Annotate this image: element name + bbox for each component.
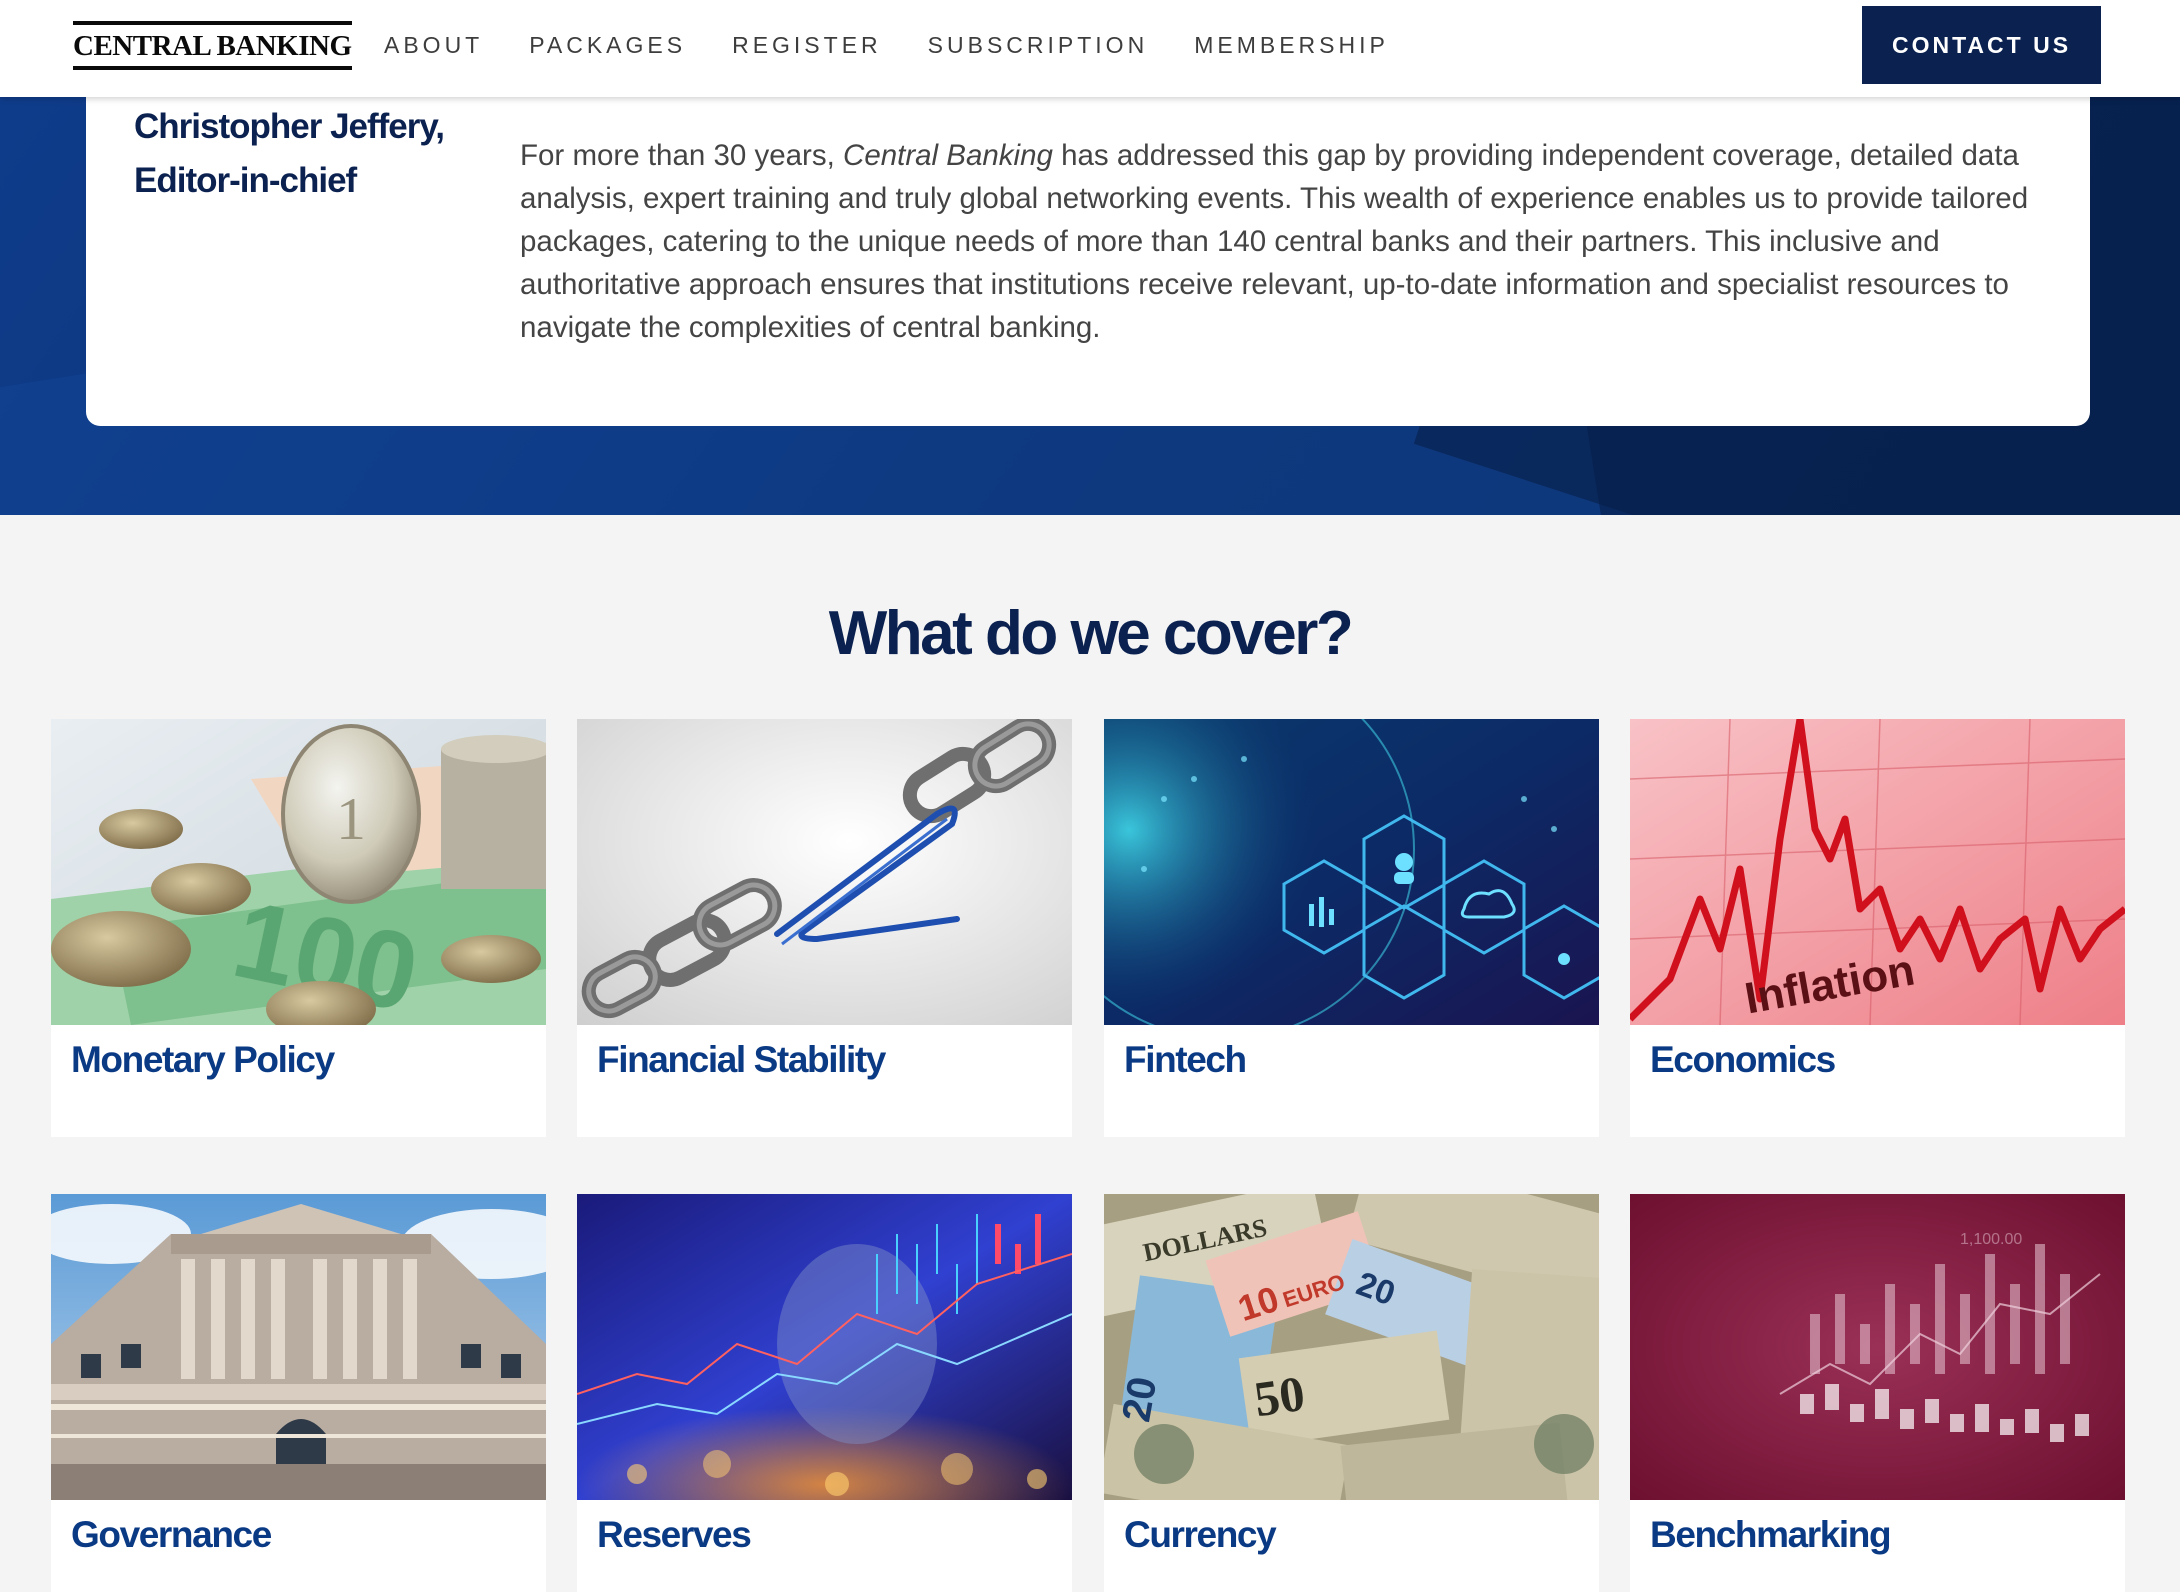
coins-and-banknotes-image: 100 1 — [51, 719, 546, 1025]
quote-prefix: For more than 30 years, — [520, 139, 844, 172]
topic-tile-reserves[interactable]: Reserves — [577, 1194, 1072, 1592]
author-title: Editor-in-chief — [134, 161, 357, 200]
nav-about[interactable]: ABOUT — [384, 32, 483, 59]
dollar-market-chart-image — [577, 1194, 1072, 1500]
editor-quote: For more than 30 years, Central Banking … — [520, 134, 2040, 349]
digital-network-globe-image — [1104, 719, 1599, 1025]
topic-label: Financial Stability — [597, 1039, 886, 1080]
author-name: Christopher Jeffery, — [134, 107, 445, 146]
chain-with-paperclip-image — [577, 719, 1072, 1025]
nav-subscription[interactable]: SUBSCRIPTION — [928, 32, 1149, 59]
topic-label: Reserves — [597, 1514, 752, 1555]
quote-publication: Central Banking — [843, 139, 1053, 172]
site-header: CENTRAL BANKING ABOUT PACKAGES REGISTER … — [0, 0, 2180, 97]
topic-label: Currency — [1124, 1514, 1277, 1555]
topic-tile-currency[interactable]: 10 EURO DOLLARS 20 20 50 Currency — [1104, 1194, 1599, 1592]
candlestick-chart-image: 1,100.00 — [1630, 1194, 2125, 1500]
topic-label: Governance — [71, 1514, 272, 1555]
svg-text:20: 20 — [1114, 1374, 1165, 1425]
cover-section-title: What do we cover? — [828, 599, 1354, 668]
dollar-and-euro-notes-image: 10 EURO DOLLARS 20 20 50 — [1104, 1194, 1599, 1500]
nav-register[interactable]: REGISTER — [732, 32, 882, 59]
topic-tile-benchmarking[interactable]: 1,100.00 Benchmarking — [1630, 1194, 2125, 1592]
nav-packages[interactable]: PACKAGES — [529, 32, 686, 59]
topic-label: Fintech — [1124, 1039, 1247, 1080]
topic-label: Economics — [1650, 1039, 1836, 1080]
svg-text:50: 50 — [1251, 1365, 1308, 1427]
topic-label: Monetary Policy — [71, 1039, 335, 1080]
svg-text:1,100.00: 1,100.00 — [1960, 1231, 2022, 1248]
nav-membership[interactable]: MEMBERSHIP — [1194, 32, 1389, 59]
svg-text:1: 1 — [336, 786, 366, 852]
topic-tile-governance[interactable]: Governance — [51, 1194, 546, 1592]
main-nav: ABOUT PACKAGES REGISTER SUBSCRIPTION MEM… — [384, 0, 1435, 90]
topic-tile-economics[interactable]: Inflation Economics — [1630, 719, 2125, 1137]
topic-tile-financial-stability[interactable]: Financial Stability — [577, 719, 1072, 1137]
topic-label: Benchmarking — [1650, 1514, 1892, 1555]
inflation-chart-image: Inflation — [1630, 719, 2125, 1025]
site-logo[interactable]: CENTRAL BANKING — [73, 21, 352, 70]
bank-building-image — [51, 1194, 546, 1500]
topic-tile-monetary-policy[interactable]: 100 1 Monetary Policy — [51, 719, 546, 1137]
contact-us-button[interactable]: CONTACT US — [1862, 6, 2101, 84]
topic-tile-fintech[interactable]: Fintech — [1104, 719, 1599, 1137]
author-block: Christopher Jeffery, Editor-in-chief — [134, 100, 445, 208]
